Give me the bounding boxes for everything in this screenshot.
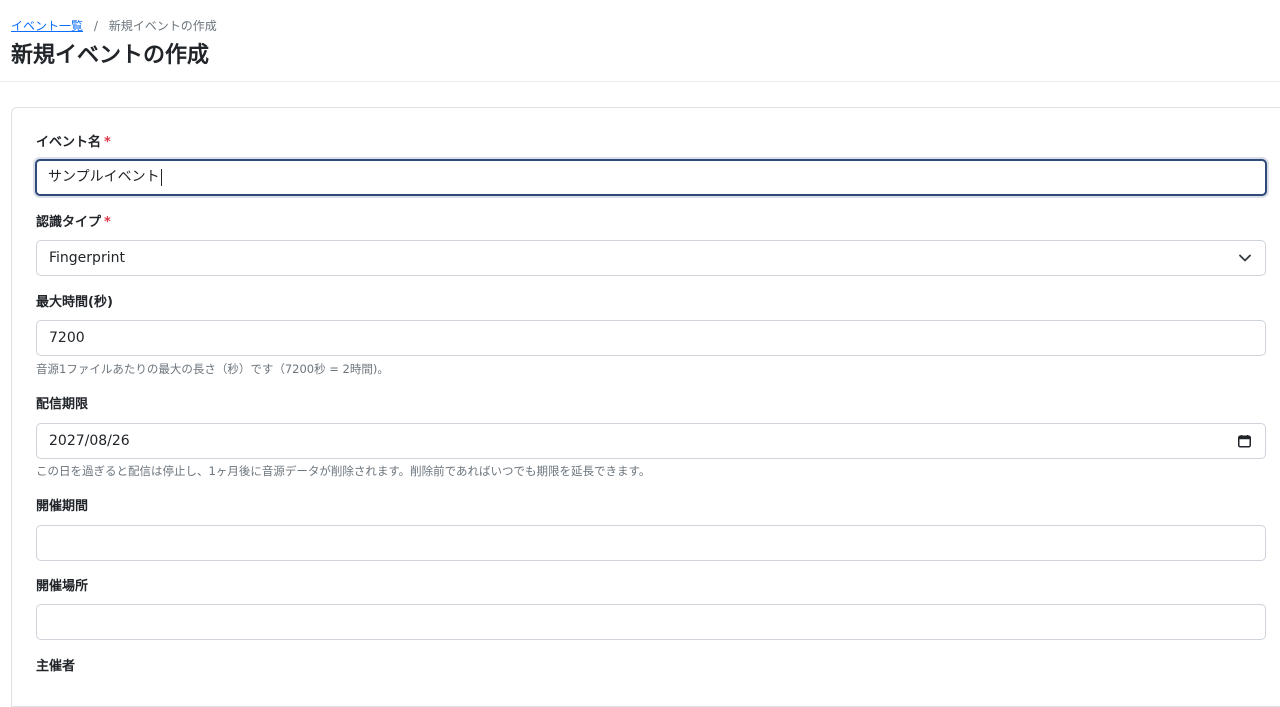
max-duration-value: 7200	[49, 330, 85, 346]
breadcrumb-current: 新規イベントの作成	[108, 19, 217, 33]
event-name-value: サンプルイベント	[48, 169, 160, 185]
text-caret	[160, 168, 162, 186]
event-period-input[interactable]	[36, 525, 1266, 561]
recognition-type-select[interactable]: Fingerprint	[36, 240, 1266, 276]
delivery-deadline-input[interactable]: 2027/08/26	[36, 423, 1266, 459]
breadcrumb-separator: /	[93, 19, 98, 33]
required-mark: *	[104, 135, 111, 150]
max-duration-input[interactable]: 7200	[36, 320, 1266, 356]
organizer-label: 主催者	[36, 659, 76, 674]
recognition-type-label-text: 認識タイプ	[36, 215, 102, 230]
event-name-label-text: イベント名	[36, 135, 102, 150]
breadcrumb: イベント一覧 / 新規イベントの作成	[11, 17, 217, 35]
event-name-input[interactable]: サンプルイベント	[35, 159, 1267, 196]
required-mark: *	[104, 215, 111, 230]
delivery-deadline-help: この日を過ぎると配信は停止し、1ヶ月後に音源データが削除されます。削除前であれば…	[36, 464, 651, 478]
delivery-deadline-label: 配信期限	[36, 397, 89, 412]
calendar-icon[interactable]	[1238, 435, 1251, 448]
delivery-deadline-value: 2027/08/26	[49, 433, 130, 449]
max-duration-help: 音源1ファイルあたりの最大の長さ（秒）です（7200秒 = 2時間)。	[36, 362, 389, 376]
breadcrumb-link-event-list[interactable]: イベント一覧	[11, 19, 83, 33]
chevron-down-icon	[1239, 254, 1251, 262]
max-duration-label: 最大時間(秒)	[36, 295, 113, 310]
event-name-label: イベント名 *	[36, 134, 111, 152]
event-period-label: 開催期間	[36, 499, 89, 514]
venue-label: 開催場所	[36, 579, 89, 594]
recognition-type-label: 認識タイプ *	[36, 214, 111, 232]
page-header: イベント一覧 / 新規イベントの作成 新規イベントの作成	[0, 0, 1280, 82]
page-title: 新規イベントの作成	[11, 43, 210, 68]
recognition-type-selected: Fingerprint	[49, 250, 125, 266]
venue-input[interactable]	[36, 604, 1266, 640]
